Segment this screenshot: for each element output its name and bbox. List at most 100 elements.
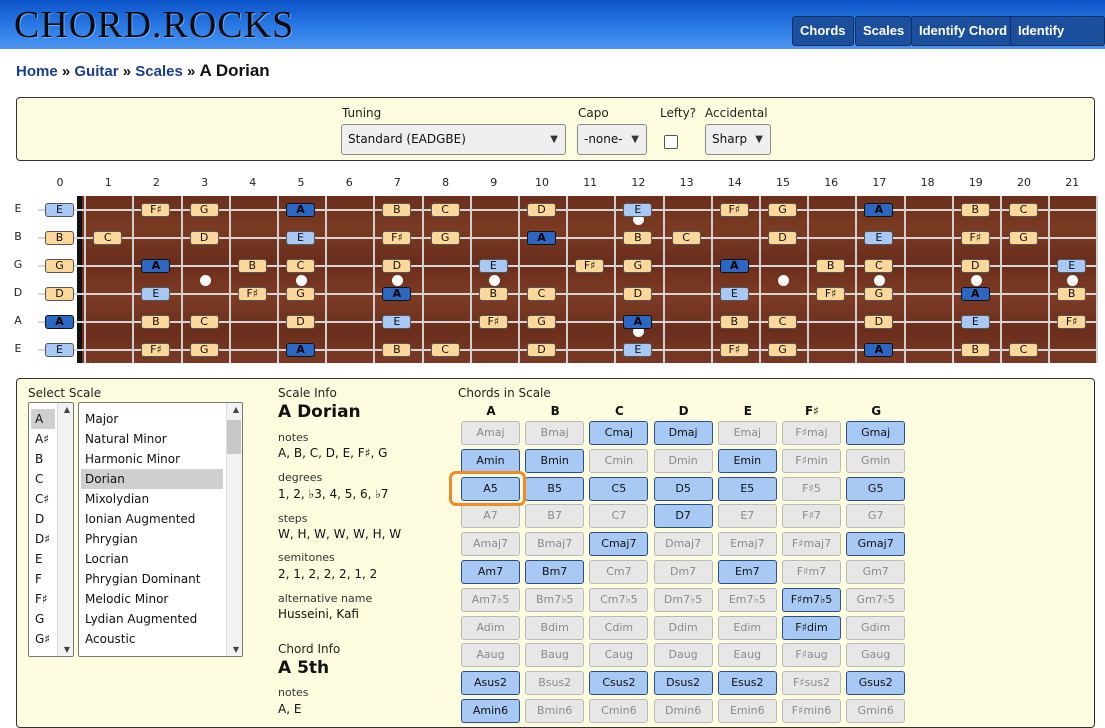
breadcrumb-scales[interactable]: Scales [135, 63, 183, 80]
root-note-option[interactable]: G♯ [31, 629, 55, 649]
fret-note[interactable]: F♯ [382, 231, 412, 245]
chord-button[interactable]: Gm7♭5 [846, 587, 906, 612]
chord-button[interactable]: Bsus2 [525, 671, 585, 696]
fret-note[interactable]: C [430, 203, 460, 217]
fret-note[interactable]: D [189, 231, 219, 245]
fret-note[interactable]: E [382, 315, 412, 329]
scale-type-list[interactable]: ▲ ▼ Major Natural Minor Harmonic Minor Dori… [78, 402, 243, 657]
scale-type-option[interactable]: Ionian Augmented [81, 509, 223, 529]
chord-button[interactable]: Dmin6 [653, 699, 713, 723]
chord-button[interactable]: Cmaj7 [589, 532, 649, 557]
chord-button[interactable]: C5 [589, 476, 649, 501]
root-note-option[interactable]: C♯ [31, 489, 55, 509]
chord-button[interactable]: F♯maj [782, 421, 841, 445]
fret-note[interactable]: G [768, 203, 797, 217]
chord-button[interactable]: F♯dim [782, 615, 841, 640]
chord-button[interactable]: Amin6 [461, 699, 520, 723]
fret-note[interactable]: A [960, 287, 990, 301]
root-note-option[interactable]: B [31, 449, 55, 469]
fret-note[interactable]: A [864, 343, 894, 357]
root-note-option[interactable]: F [31, 569, 55, 589]
chord-button[interactable]: Emaj7 [717, 532, 777, 557]
chord-button[interactable]: Gmaj7 [846, 532, 906, 557]
fret-note[interactable]: C [1009, 343, 1038, 357]
nav-chords-button[interactable]: Chords [792, 16, 854, 46]
root-note-option[interactable]: C [31, 469, 55, 489]
fret-note[interactable]: B [45, 231, 74, 245]
scale-type-option[interactable]: Melodic Minor [81, 589, 223, 609]
chord-button[interactable]: Gdim [846, 615, 906, 640]
fret-note[interactable]: B [960, 343, 990, 357]
root-note-option[interactable]: E [31, 549, 55, 569]
fret-note[interactable]: F♯ [719, 343, 749, 357]
scroll-down-icon[interactable]: ▼ [233, 645, 239, 654]
chord-button[interactable]: Amaj [461, 421, 520, 445]
fret-note[interactable]: E [141, 287, 171, 301]
chord-button[interactable]: Am7♭5 [461, 587, 520, 612]
fret-note[interactable]: F♯ [1057, 315, 1087, 329]
fret-note[interactable]: F♯ [141, 343, 171, 357]
fret-note[interactable]: A [382, 287, 412, 301]
fret-note[interactable]: A [623, 315, 653, 329]
chord-button[interactable]: Cmaj [589, 421, 649, 445]
chord-button[interactable]: Dm7♭5 [653, 587, 713, 612]
scale-type-option[interactable]: Harmonic Minor [81, 449, 223, 469]
fret-note[interactable]: F♯ [719, 203, 749, 217]
chord-button[interactable]: G7 [846, 504, 906, 529]
chord-button[interactable]: Aaug [461, 643, 520, 668]
fret-note[interactable]: F♯ [960, 231, 990, 245]
scale-type-option[interactable]: Natural Minor [81, 429, 223, 449]
breadcrumb-home[interactable]: Home [16, 63, 58, 80]
chord-button[interactable]: Emin [717, 448, 777, 473]
scroll-up-icon[interactable]: ▲ [233, 405, 239, 414]
scale-type-option[interactable]: Major [81, 409, 223, 429]
chord-button[interactable]: Amin [461, 448, 520, 473]
chord-button[interactable]: F♯5 [782, 476, 841, 501]
fret-note[interactable]: C [1009, 203, 1038, 217]
fret-note[interactable]: A [286, 343, 315, 357]
chord-button[interactable]: Dsus2 [653, 671, 713, 696]
capo-select[interactable]: -none- ▼ [577, 124, 647, 155]
chord-button[interactable]: Dmaj7 [653, 532, 713, 557]
chord-button[interactable]: Gm7 [846, 560, 906, 584]
fret-note[interactable]: B [623, 231, 653, 245]
fret-note[interactable]: C [527, 287, 556, 301]
site-logo[interactable]: CHORD.ROCKS [14, 6, 294, 44]
fret-note[interactable]: B [816, 259, 846, 273]
chord-button[interactable]: Bmin6 [525, 699, 585, 723]
fret-note[interactable]: G [189, 203, 219, 217]
fret-note[interactable]: E [719, 287, 749, 301]
chord-button[interactable]: Esus2 [717, 671, 777, 696]
chord-button[interactable]: Daug [653, 643, 713, 668]
chord-button[interactable]: F♯sus2 [782, 671, 841, 696]
fret-note[interactable]: D [768, 231, 797, 245]
chord-button[interactable]: F♯m7 [782, 560, 841, 584]
nav-identify-scale-button[interactable]: Identify Scale [1010, 16, 1105, 66]
fret-note[interactable]: B [1057, 287, 1087, 301]
fret-note[interactable]: G [189, 343, 219, 357]
nav-scales-button[interactable]: Scales [855, 16, 913, 46]
scale-type-option[interactable]: Mixolydian [81, 489, 223, 509]
root-note-option[interactable]: A♯ [31, 429, 55, 449]
fret-note[interactable]: G [430, 231, 460, 245]
scroll-down-icon[interactable]: ▼ [64, 645, 70, 654]
fret-note[interactable]: C [93, 231, 123, 245]
fret-note[interactable]: E [1057, 259, 1087, 273]
chord-button[interactable]: E5 [717, 476, 777, 501]
fret-note[interactable]: C [189, 315, 219, 329]
chord-button[interactable]: F♯min [782, 448, 841, 473]
chord-button[interactable]: E7 [717, 504, 777, 529]
fret-note[interactable]: E [623, 203, 653, 217]
chord-button[interactable]: Bm7 [525, 560, 585, 584]
fret-note[interactable]: B [382, 203, 412, 217]
fret-note[interactable]: B [719, 315, 749, 329]
chord-button[interactable]: Amaj7 [461, 532, 520, 557]
chord-button[interactable]: Caug [589, 643, 649, 668]
chord-button[interactable]: Gmin6 [846, 699, 906, 723]
chord-button[interactable]: C7 [589, 504, 649, 529]
chord-button[interactable]: D5 [653, 476, 713, 501]
fret-note[interactable]: B [382, 343, 412, 357]
tuning-select[interactable]: Standard (EADGBE) ▼ [341, 124, 566, 155]
chord-button[interactable]: G5 [846, 476, 906, 501]
scale-type-option[interactable]: Dorian [81, 469, 223, 489]
